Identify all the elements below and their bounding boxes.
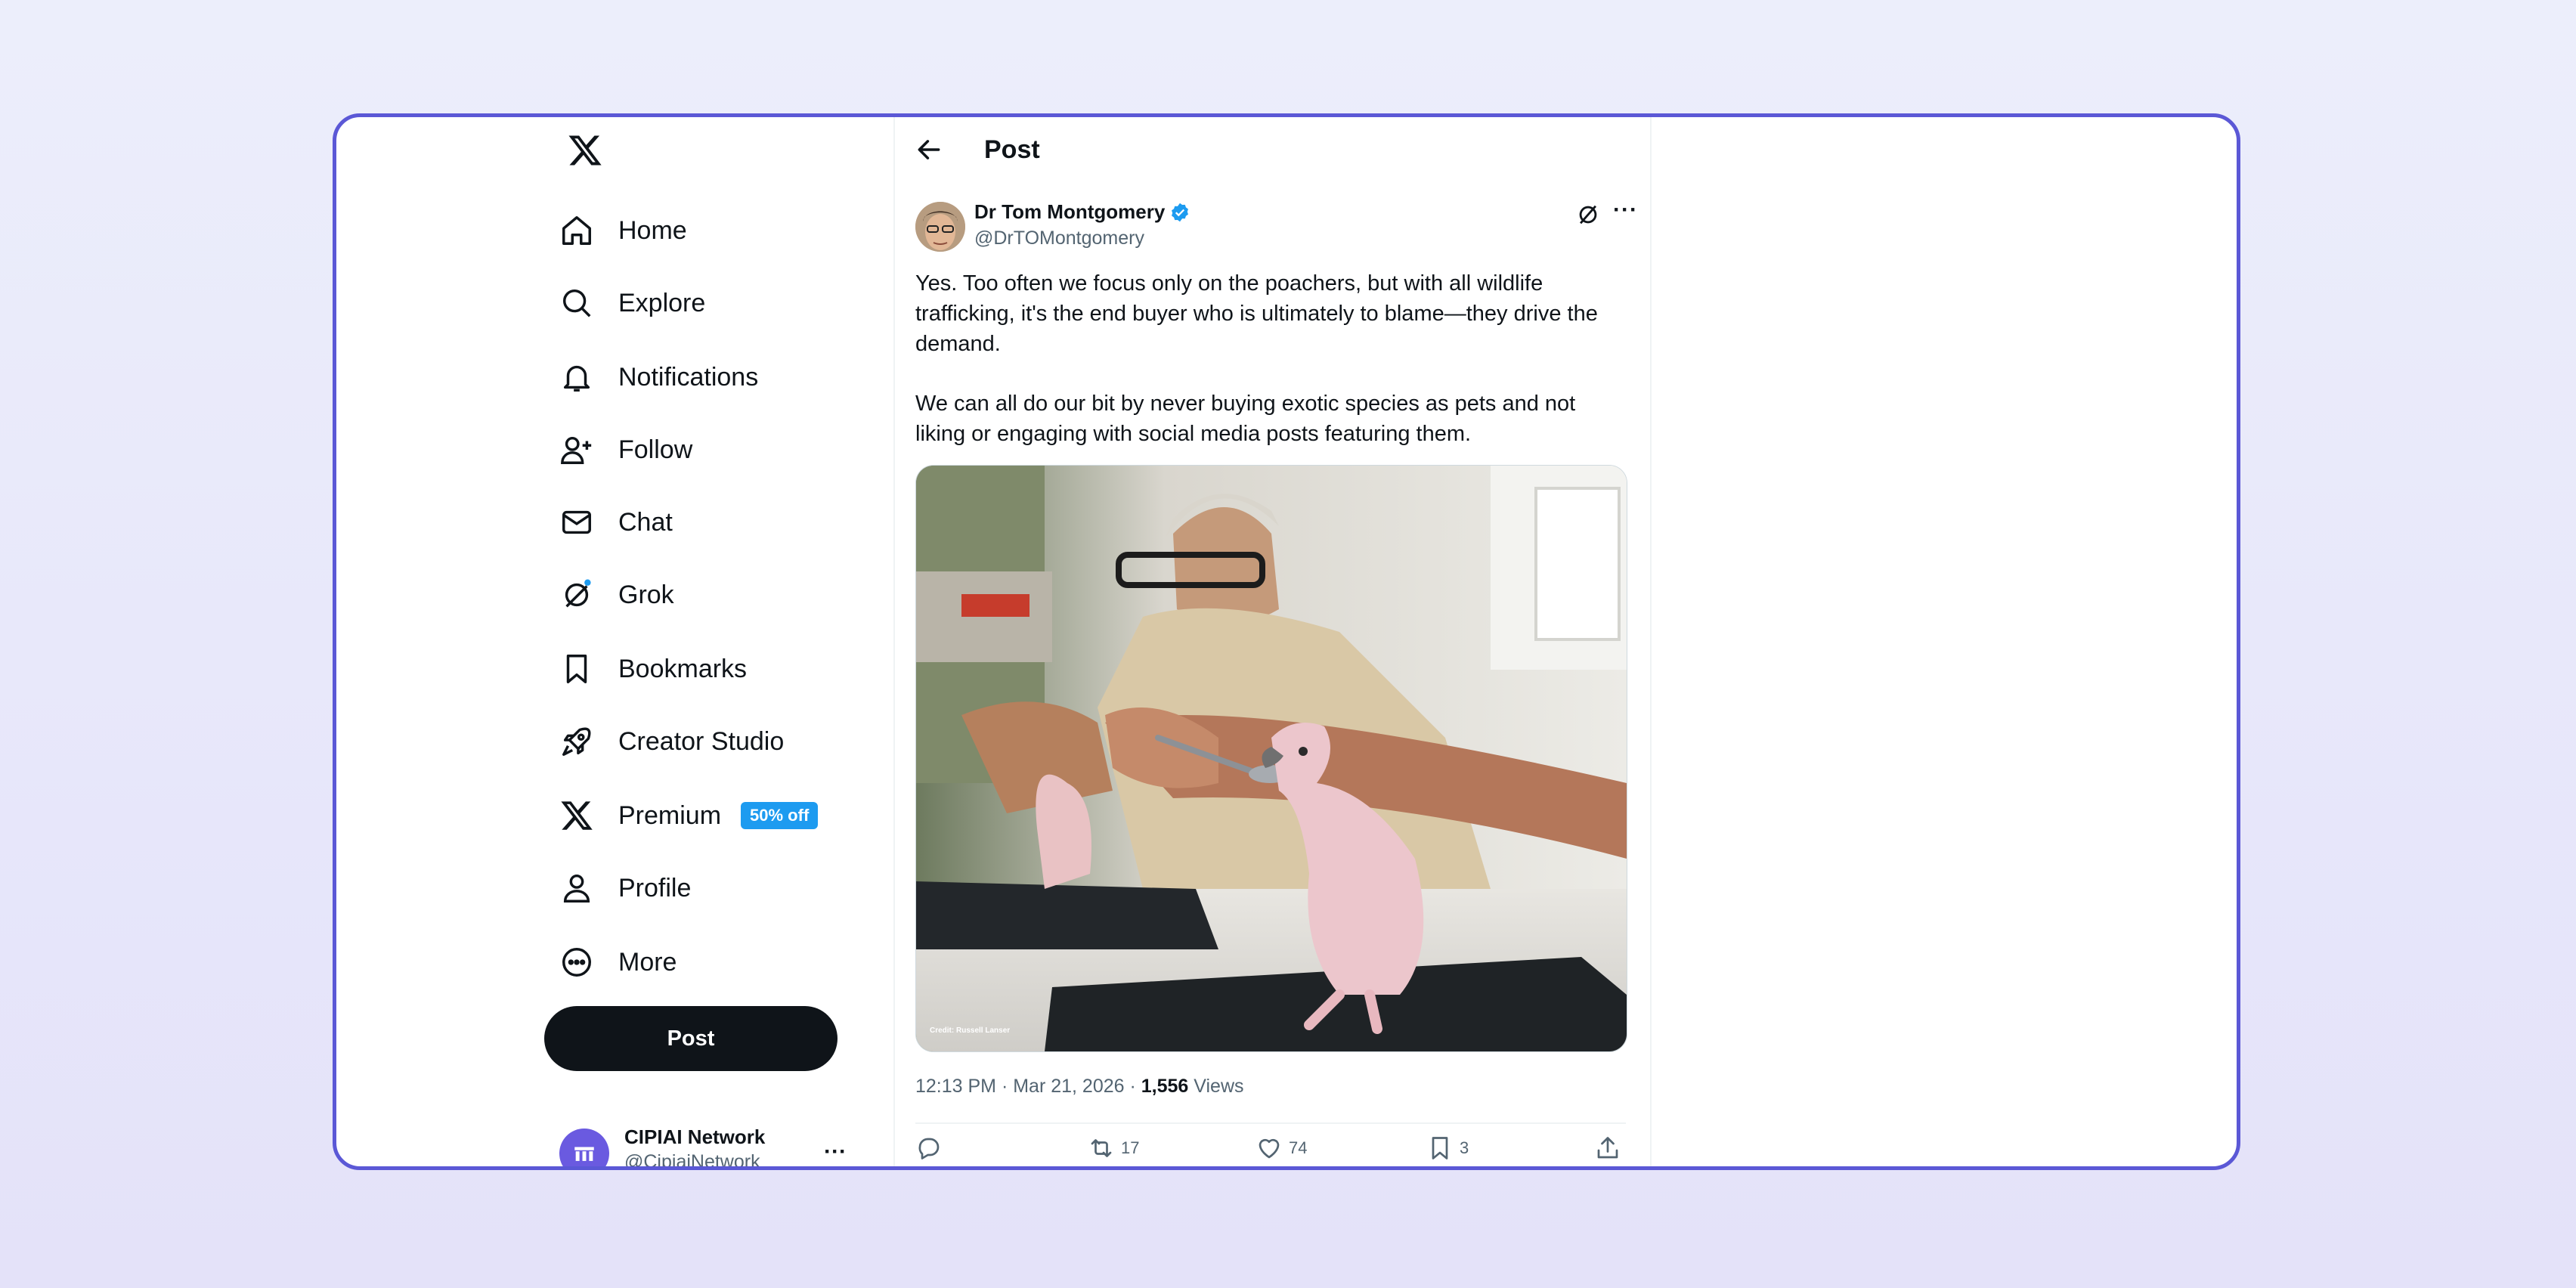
author-handle[interactable]: @DrTOMontgomery xyxy=(974,228,1144,249)
more-options-icon[interactable]: ··· xyxy=(824,1139,847,1165)
sidebar-item-label: Home xyxy=(618,215,687,245)
timestamp[interactable]: 12:13 PM · Mar 21, 2026 · xyxy=(915,1076,1141,1097)
page-header: Post xyxy=(895,117,1650,185)
views-label: Views xyxy=(1188,1076,1244,1097)
sidebar-item-label: Creator Studio xyxy=(618,726,785,756)
person-icon xyxy=(563,874,590,903)
avatar xyxy=(559,1129,609,1166)
sidebar-item-label: Follow xyxy=(618,435,693,464)
back-arrow-icon[interactable] xyxy=(915,135,943,164)
account-name: CIPIAI Network xyxy=(624,1125,766,1148)
sidebar-item-label: Explore xyxy=(618,288,706,317)
sidebar-item-label: Profile xyxy=(618,873,692,903)
main-column: Post Dr Tom Montgomery @DrTOMontgomery ·… xyxy=(893,117,1652,1166)
sidebar-item-notifications[interactable]: Notifications xyxy=(559,350,758,404)
sidebar-item-label: Grok xyxy=(618,580,674,609)
more-options-icon[interactable]: ··· xyxy=(1613,197,1638,223)
heart-icon xyxy=(1259,1138,1280,1159)
sidebar-item-explore[interactable]: Explore xyxy=(559,276,705,330)
sidebar-item-profile[interactable]: Profile xyxy=(559,861,691,915)
sidebar-item-premium[interactable]: Premium 50% off xyxy=(559,788,819,843)
search-icon xyxy=(562,289,591,317)
grok-explain-icon[interactable] xyxy=(1575,202,1601,228)
envelope-icon xyxy=(562,510,591,534)
sidebar-item-creator-studio[interactable]: Creator Studio xyxy=(559,714,784,769)
divider xyxy=(915,1122,1626,1124)
repost-icon xyxy=(1091,1139,1112,1157)
author-row: Dr Tom Montgomery xyxy=(974,200,1190,224)
share-icon xyxy=(1597,1137,1618,1159)
account-handle: @CipiaiNetwork xyxy=(624,1151,760,1170)
sidebar-item-bookmarks[interactable]: Bookmarks xyxy=(559,642,747,696)
page-title: Post xyxy=(984,135,1040,164)
sidebar-item-label: More xyxy=(618,947,677,977)
discount-badge: 50% off xyxy=(741,802,819,829)
bookmark-icon xyxy=(566,655,587,683)
sidebar-item-chat[interactable]: Chat xyxy=(559,495,673,550)
tweet-actions: 17 74 3 xyxy=(915,1135,1627,1166)
tweet-text: Yes. Too often we focus only on the poac… xyxy=(915,268,1626,478)
repost-count: 17 xyxy=(1121,1138,1140,1157)
account-switcher[interactable]: CIPIAI Network @CipiaiNetwork ··· xyxy=(559,1125,847,1170)
sidebar-item-follow[interactable]: Follow xyxy=(559,423,692,477)
share-button[interactable] xyxy=(1594,1135,1627,1162)
like-count: 74 xyxy=(1289,1138,1308,1157)
bookmark-count: 3 xyxy=(1460,1138,1469,1157)
home-icon xyxy=(562,216,591,245)
grok-icon xyxy=(565,579,591,608)
tweet-image[interactable]: Credit: Russell Lanser xyxy=(915,465,1627,1052)
rocket-icon xyxy=(562,727,591,756)
x-logo-icon xyxy=(561,801,593,830)
verified-badge-icon xyxy=(1172,203,1189,221)
reply-icon xyxy=(918,1138,940,1160)
author-photo xyxy=(915,202,965,252)
sidebar-item-label: Chat xyxy=(618,507,673,537)
tweet-paragraph: Yes. Too often we focus only on the poac… xyxy=(915,271,1598,356)
view-count: 1,556 xyxy=(1141,1076,1189,1097)
sidebar-item-more[interactable]: More xyxy=(559,935,677,989)
author-name[interactable]: Dr Tom Montgomery xyxy=(974,200,1165,224)
network-logo-icon xyxy=(574,1147,594,1161)
parrot-feeding-photo: Credit: Russell Lanser xyxy=(916,466,1627,1051)
bookmark-icon xyxy=(1432,1137,1448,1160)
repost-button[interactable]: 17 xyxy=(1088,1135,1139,1162)
image-credit: Credit: Russell Lanser xyxy=(930,1026,1010,1035)
sidebar-item-label: Notifications xyxy=(618,362,759,392)
author-avatar[interactable] xyxy=(915,202,965,252)
tweet-paragraph: We can all do our bit by never buying ex… xyxy=(915,392,1576,446)
sidebar-item-label: Premium xyxy=(618,800,722,830)
sidebar-item-home[interactable]: Home xyxy=(559,203,687,258)
add-person-icon xyxy=(561,436,592,464)
reply-button[interactable] xyxy=(915,1135,949,1162)
sidebar-item-grok[interactable]: Grok xyxy=(559,568,674,622)
bookmark-button[interactable]: 3 xyxy=(1426,1135,1469,1162)
tweet-meta: 12:13 PM · Mar 21, 2026 · 1,556 Views xyxy=(915,1076,1244,1098)
bell-icon xyxy=(563,365,590,392)
sidebar-item-label: Bookmarks xyxy=(618,654,748,683)
like-button[interactable]: 74 xyxy=(1255,1135,1307,1162)
x-logo-icon[interactable] xyxy=(567,132,603,169)
post-button[interactable]: Post xyxy=(544,1006,838,1071)
app-window: Home Explore Notifications Follow Chat G… xyxy=(333,113,2240,1170)
more-circle-icon xyxy=(562,948,591,977)
